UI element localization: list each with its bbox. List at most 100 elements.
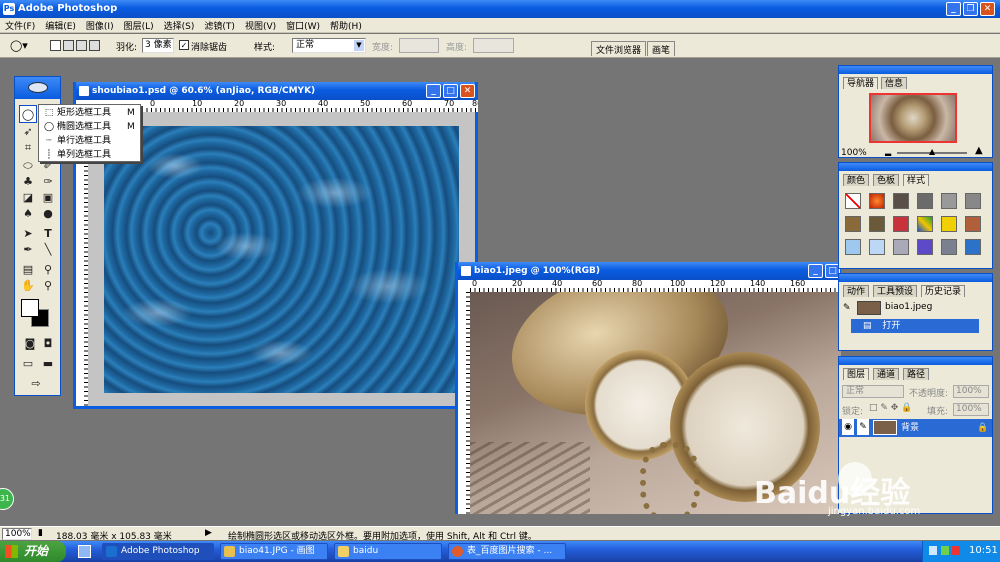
ellipse-marquee-preset-icon[interactable]: ◯▾ xyxy=(10,39,28,52)
antialias-checkbox[interactable]: ✓ xyxy=(179,40,189,50)
menu-window[interactable]: 窗口(W) xyxy=(281,18,325,33)
panel-header[interactable] xyxy=(839,66,992,74)
style-swatch[interactable] xyxy=(869,239,885,255)
standard-mode-icon[interactable]: ◙ xyxy=(21,337,39,351)
flyout-item-row-marquee[interactable]: ┈ 单行选框工具 xyxy=(39,134,140,148)
blend-mode-select[interactable]: 正常 xyxy=(842,385,904,398)
style-swatch[interactable] xyxy=(893,193,909,209)
style-swatch[interactable] xyxy=(941,216,957,232)
tab-channels[interactable]: 通道 xyxy=(873,368,900,380)
style-swatch[interactable] xyxy=(965,193,981,209)
tab-color[interactable]: 颜色 xyxy=(843,174,870,186)
style-swatch[interactable] xyxy=(917,239,933,255)
width-input[interactable] xyxy=(399,38,439,53)
navigator-zoom-value[interactable]: 100% xyxy=(841,148,867,158)
doc-minimize-button[interactable]: _ xyxy=(426,84,441,98)
menu-layer[interactable]: 图层(L) xyxy=(119,18,159,33)
tab-file-browser[interactable]: 文件浏览器 xyxy=(591,41,647,56)
style-swatch[interactable] xyxy=(845,216,861,232)
tray-volume-icon[interactable] xyxy=(941,546,949,555)
style-swatch[interactable] xyxy=(869,193,885,209)
opacity-input[interactable]: 100% xyxy=(953,385,989,398)
hand-tool-icon[interactable]: ✋ xyxy=(19,277,37,295)
menu-edit[interactable]: 编辑(E) xyxy=(40,18,81,33)
ellipse-marquee-tool-icon[interactable]: ◯ xyxy=(19,105,37,123)
jump-to-imageready-icon[interactable]: ⇨ xyxy=(27,377,45,391)
style-swatch[interactable] xyxy=(893,216,909,232)
pen-tool-icon[interactable]: ✒ xyxy=(19,241,37,259)
flyout-item-ellipse-marquee[interactable]: ◯ 椭圆选框工具 M xyxy=(39,120,140,134)
zoom-in-icon[interactable]: ▲ xyxy=(975,145,983,156)
zoom-tool-icon[interactable]: ⚲ xyxy=(39,277,57,295)
menu-filter[interactable]: 滤镜(T) xyxy=(199,18,240,33)
selection-mode-intersect-icon[interactable] xyxy=(89,40,100,51)
history-state-open[interactable]: ▤ 打开 xyxy=(851,319,979,333)
feather-input[interactable]: 3 像素 xyxy=(142,38,174,53)
taskbar-item-baidu-folder[interactable]: baidu xyxy=(334,543,442,560)
menu-help[interactable]: 帮助(H) xyxy=(325,18,367,33)
document-title-bar[interactable]: biao1.jpeg @ 100%(RGB) _ □ xyxy=(458,262,840,280)
menu-file[interactable]: 文件(F) xyxy=(0,18,40,33)
selection-mode-new-icon[interactable] xyxy=(50,40,61,51)
panel-header[interactable] xyxy=(839,274,992,282)
style-swatch[interactable] xyxy=(941,239,957,255)
tray-app-icon[interactable] xyxy=(952,546,960,555)
style-swatch[interactable] xyxy=(965,239,981,255)
selection-mode-add-icon[interactable] xyxy=(63,40,74,51)
height-input[interactable] xyxy=(473,38,514,53)
quick-mask-icon[interactable]: ◘ xyxy=(39,337,57,351)
document-title-bar[interactable]: shoubiao1.psd @ 60.6% (anJiao, RGB/CMYK)… xyxy=(76,82,475,100)
style-swatch[interactable] xyxy=(893,239,909,255)
eye-icon[interactable]: ◉ xyxy=(842,419,854,435)
menu-select[interactable]: 选择(S) xyxy=(159,18,200,33)
style-swatch[interactable] xyxy=(917,193,933,209)
toolbox-header[interactable] xyxy=(15,77,60,99)
style-swatch[interactable] xyxy=(965,216,981,232)
fill-input[interactable]: 100% xyxy=(953,403,989,416)
close-button[interactable]: ✕ xyxy=(980,2,995,16)
menu-image[interactable]: 图像(I) xyxy=(81,18,119,33)
navigator-thumbnail[interactable] xyxy=(869,93,957,143)
menu-view[interactable]: 视图(V) xyxy=(240,18,281,33)
style-swatch[interactable] xyxy=(845,239,861,255)
tab-layers[interactable]: 图层 xyxy=(843,368,870,380)
panel-header[interactable] xyxy=(839,357,992,365)
start-button[interactable]: 开始 xyxy=(0,541,66,562)
crop-tool-icon[interactable]: ⌗ xyxy=(19,139,37,157)
panel-header[interactable] xyxy=(839,163,992,171)
dodge-tool-icon[interactable]: ● xyxy=(39,205,57,223)
tab-styles[interactable]: 样式 xyxy=(903,174,930,186)
flyout-item-column-marquee[interactable]: ┊ 单列选框工具 xyxy=(39,148,140,162)
full-screen-icon[interactable]: ▬ xyxy=(39,357,57,371)
history-brush-source-icon[interactable]: ✎ xyxy=(843,303,851,313)
style-swatch[interactable] xyxy=(941,193,957,209)
line-tool-icon[interactable]: ╲ xyxy=(39,241,57,259)
zoom-slider-thumb[interactable]: ▲ xyxy=(929,147,935,156)
style-swatch[interactable] xyxy=(869,216,885,232)
foreground-color-swatch[interactable] xyxy=(21,299,39,317)
taskbar-item-photoshop[interactable]: Adobe Photoshop xyxy=(102,543,214,560)
snapshot-name[interactable]: biao1.jpeg xyxy=(885,302,932,312)
blur-tool-icon[interactable]: ♠ xyxy=(19,205,37,223)
flyout-item-rect-marquee[interactable]: ⬚ 矩形选框工具 M xyxy=(39,106,140,120)
tab-brushes[interactable]: 画笔 xyxy=(647,41,676,56)
lock-icons[interactable]: □ ✎ ✥ 🔒 xyxy=(869,403,912,413)
tab-actions[interactable]: 动作 xyxy=(843,285,870,297)
selection-mode-subtract-icon[interactable] xyxy=(76,40,87,51)
doc-minimize-button[interactable]: _ xyxy=(808,264,823,278)
doc-close-button[interactable]: ✕ xyxy=(460,84,475,98)
style-select[interactable]: 正常 ▼ xyxy=(292,38,366,53)
minimize-button[interactable]: _ xyxy=(946,2,961,16)
tab-tool-presets[interactable]: 工具预设 xyxy=(873,285,918,297)
tray-network-icon[interactable] xyxy=(929,546,937,555)
style-swatch-none[interactable] xyxy=(845,193,861,209)
tab-info[interactable]: 信息 xyxy=(881,77,908,89)
taskbar-item-browser[interactable]: 表_百度图片搜索 - ... xyxy=(448,543,566,560)
restore-button[interactable]: ❐ xyxy=(963,2,978,16)
tab-navigator[interactable]: 导航器 xyxy=(843,77,879,89)
tab-paths[interactable]: 路径 xyxy=(903,368,930,380)
taskbar-item-paint[interactable]: biao41.JPG - 画图 xyxy=(220,543,328,560)
style-swatch[interactable] xyxy=(917,216,933,232)
water-texture-canvas[interactable] xyxy=(104,126,459,393)
status-arrow-icon[interactable]: ▶ xyxy=(205,528,212,538)
